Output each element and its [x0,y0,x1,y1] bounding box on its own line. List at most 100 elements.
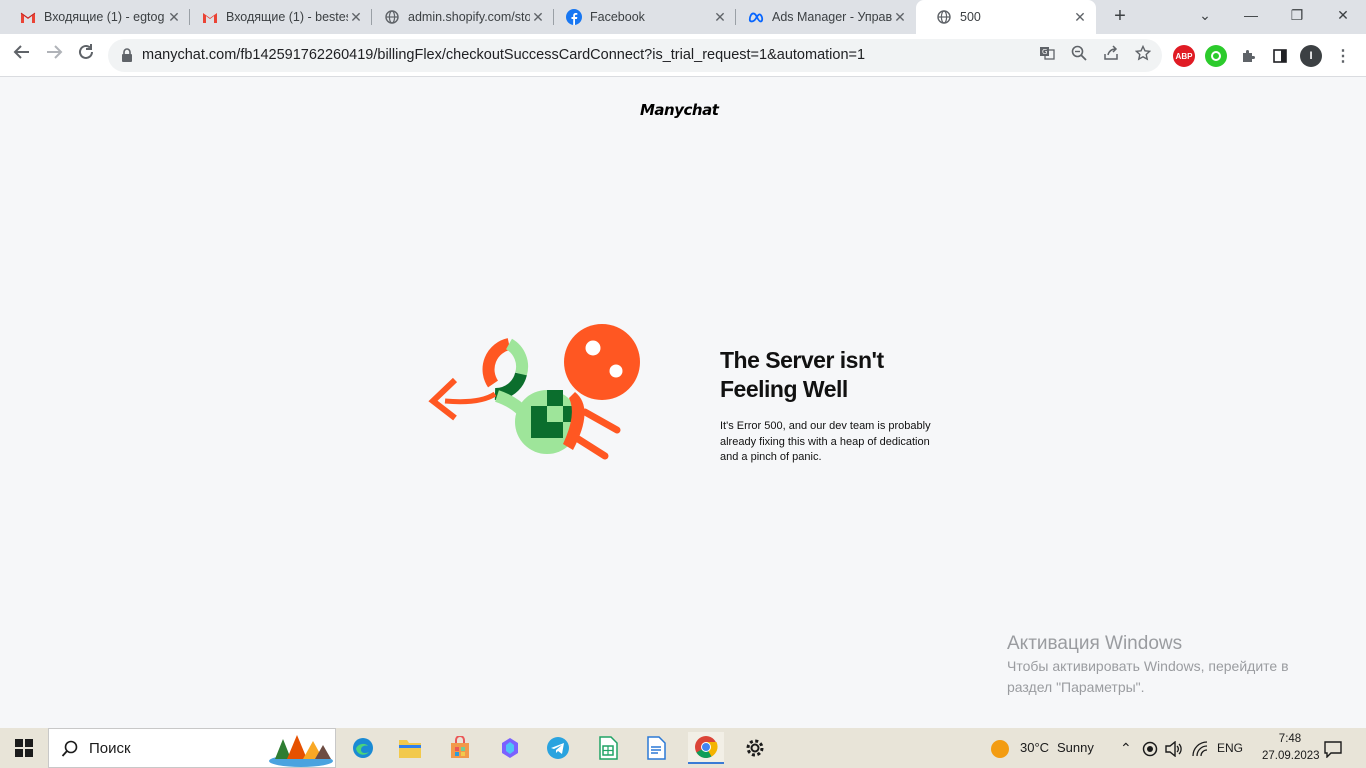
plug-check-1 [531,406,547,422]
close-tab-icon[interactable]: ✕ [348,9,364,26]
folder-icon [399,740,421,758]
close-tab-icon[interactable]: ✕ [1072,9,1088,26]
tab-title: Facebook [590,10,645,24]
sun-icon [991,739,1009,758]
taskbar-clock[interactable]: 7:48 27.09.2023 [1262,731,1320,765]
document-icon [647,736,666,760]
url-text[interactable]: manychat.com/fb142591762260419/billingFl… [142,47,865,63]
notifications-icon[interactable] [1323,728,1343,768]
tab-facebook[interactable]: Facebook ✕ [546,0,736,34]
activation-text: Чтобы активировать Windows, перейдите в … [1007,658,1289,695]
minimize-button[interactable]: — [1228,0,1274,30]
plug-eye-left [585,340,601,356]
back-button[interactable] [8,42,36,70]
windows-logo-icon [15,739,33,757]
weather-text: Sunny [1057,740,1094,755]
browser-toolbar: manychat.com/fb142591762260419/billingFl… [0,34,1366,77]
copilot-icon [502,738,518,758]
menu-kebab-icon[interactable]: ⋮ [1332,45,1354,67]
bookmark-star-icon[interactable] [1133,44,1153,65]
forward-button[interactable] [40,42,68,70]
gmail-icon [20,9,36,25]
search-icon [61,740,78,757]
plug-prong-bottom [571,433,609,460]
close-tab-icon[interactable]: ✕ [712,9,728,26]
adblock-plus-icon[interactable]: ABP [1173,45,1195,67]
taskbar-telegram[interactable] [540,732,576,764]
plug-eye-right [609,364,623,378]
tab-strip: Входящие (1) - egtog ✕ Входящие (1) - be… [0,0,1366,34]
chrome-icon [695,736,718,758]
windows-taskbar: Поиск 30°C Sunny ⌃ ENG 7:48 27.09.2023 [0,728,1366,768]
tab-gmail-1[interactable]: Входящие (1) - egtog ✕ [0,0,190,34]
gmail-icon [202,9,218,25]
chevron-up-icon[interactable]: ⌃ [1120,728,1132,768]
restore-button[interactable]: ❐ [1274,0,1320,30]
taskbar-settings[interactable] [737,732,773,764]
spreadsheet-icon [599,736,618,760]
close-tab-icon[interactable]: ✕ [166,9,182,26]
cord-loop-green [505,338,529,376]
telegram-icon [547,737,569,759]
adblock-label: ABP [1175,51,1193,61]
tab-title: Входящие (1) - bestes [226,10,348,24]
weather-temp: 30°C [1020,740,1050,755]
gear-icon [746,739,764,757]
taskbar-docs[interactable] [638,732,674,764]
search-placeholder: Поиск [89,740,131,757]
tab-title: Входящие (1) - egtog [44,10,165,24]
search-highlight-autumn-icon [269,735,333,767]
tab-title: 500 [960,10,981,24]
record-icon[interactable] [1142,728,1158,768]
taskbar-search-box[interactable]: Поиск [48,728,336,768]
close-tab-icon[interactable]: ✕ [530,9,546,26]
puzzle-extensions-icon[interactable] [1237,45,1259,67]
side-panel-icon[interactable] [1269,45,1291,67]
cord-tail [444,391,497,405]
translate-icon[interactable]: G [1037,45,1057,65]
store-bag-icon [451,736,469,758]
new-tab-button[interactable]: + [1108,5,1132,29]
plug-check-2 [547,422,563,438]
tab-gmail-2[interactable]: Входящие (1) - bestes ✕ [182,0,372,34]
cord-loop-orange [482,338,511,388]
tab-shopify[interactable]: admin.shopify.com/sto ✕ [364,0,554,34]
taskbar-copilot[interactable] [492,732,528,764]
tab-500-active[interactable]: 500 ✕ [916,0,1096,34]
taskbar-sheets[interactable] [590,732,626,764]
manychat-logo[interactable]: Manychat [640,101,719,119]
reload-button[interactable] [72,42,100,70]
taskbar-chrome[interactable] [688,732,724,764]
error-title: The Server isn't Feeling Well [720,347,884,402]
activation-title: Активация Windows [1007,633,1183,654]
close-window-button[interactable]: ✕ [1320,0,1366,30]
plug-check-4 [547,390,563,406]
unplugged-plug-illustration [428,324,640,460]
taskbar-edge[interactable] [345,732,381,764]
profile-avatar[interactable]: I [1300,45,1322,67]
extension-green-icon[interactable] [1205,45,1227,67]
network-icon[interactable] [1192,728,1208,768]
windows-activation-watermark: Активация Windows Чтобы активировать Win… [1007,632,1327,698]
meta-icon [748,9,764,25]
plug-check-3 [531,422,547,438]
volume-icon[interactable] [1165,728,1183,768]
taskbar-file-explorer[interactable] [392,732,428,764]
taskbar-store[interactable] [442,732,478,764]
close-tab-icon[interactable]: ✕ [892,9,908,26]
reload-icon [79,44,93,59]
tab-ads-manager[interactable]: Ads Manager - Управ ✕ [728,0,916,34]
arrow-left-icon [13,45,29,59]
zoom-icon[interactable] [1069,45,1089,65]
arrow-right-icon [47,45,63,59]
address-bar[interactable]: manychat.com/fb142591762260419/billingFl… [108,39,1162,72]
plug-prong-top [581,408,621,434]
start-button[interactable] [0,728,48,768]
language-indicator[interactable]: ENG [1217,728,1243,768]
tab-title: admin.shopify.com/sto [408,10,530,24]
svg-text:G: G [1042,48,1047,56]
tab-search-button[interactable]: ⌄ [1182,0,1228,30]
error-description: It's Error 500, and our dev team is prob… [720,420,931,463]
weather-widget[interactable] [990,728,1010,768]
share-icon[interactable] [1101,45,1121,65]
